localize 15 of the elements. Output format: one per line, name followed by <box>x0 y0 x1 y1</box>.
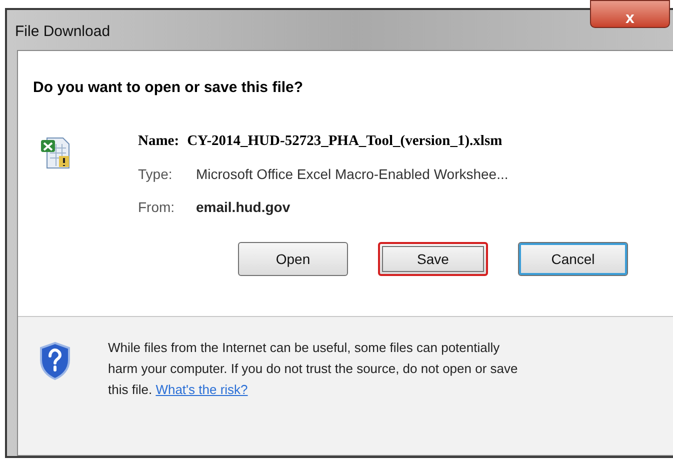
name-label: Name: <box>138 132 180 150</box>
window-title: File Download <box>15 22 110 42</box>
dialog-heading: Do you want to open or save this file? <box>33 78 304 98</box>
warning-text: While files from the Internet can be useful, some files can potentially harm your computer. If you do not trust the source, do not open or save this file. What's the risk? <box>108 339 519 400</box>
dialog-button[interactable]: Open <box>238 242 348 276</box>
file-source: email.hud.gov <box>196 198 290 218</box>
dialog-button[interactable]: Cancel <box>518 242 628 276</box>
file-name: CY-2014_HUD-52723_PHA_Tool_(version_1).xlsm <box>187 132 502 150</box>
dialog-button[interactable]: Save <box>378 242 488 276</box>
from-label: From: <box>138 198 176 218</box>
close-button[interactable]: x <box>590 0 670 28</box>
risk-link[interactable]: What's the risk? <box>156 382 248 398</box>
shield-question-icon <box>38 341 72 382</box>
file-type: Microsoft Office Excel Macro-Enabled Workshee... <box>196 165 508 184</box>
type-label: Type: <box>138 165 174 184</box>
